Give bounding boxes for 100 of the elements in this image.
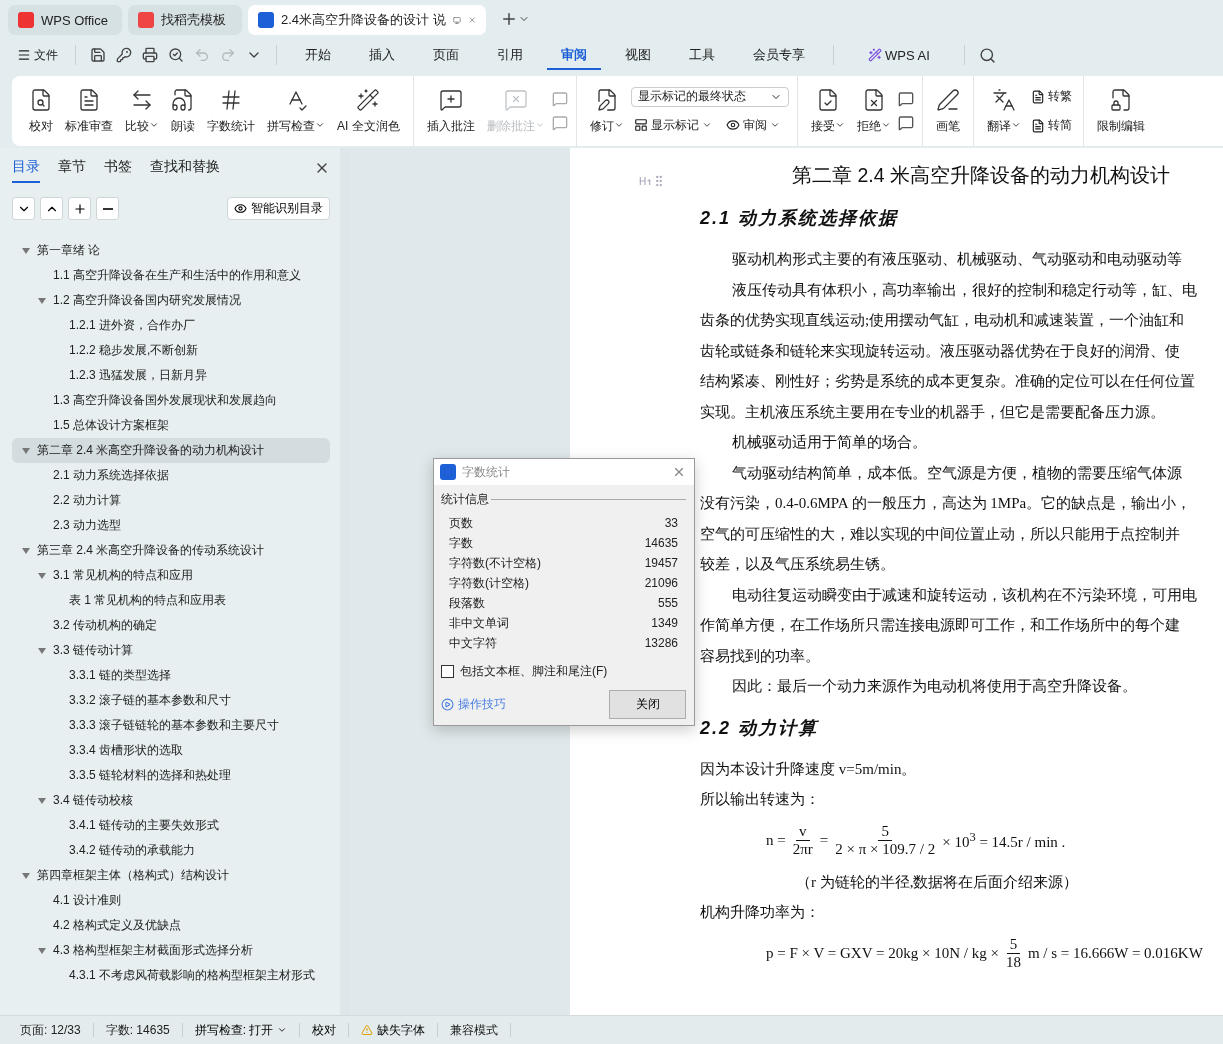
ribbon-button[interactable]: 限制编辑 — [1091, 83, 1150, 139]
print-icon[interactable] — [142, 47, 158, 63]
stat-value: 1349 — [651, 616, 678, 630]
key-icon[interactable] — [116, 47, 132, 63]
sidebar-tab[interactable]: 目录 — [12, 158, 40, 183]
ribbon-button[interactable]: AI 全文润色 — [332, 83, 405, 139]
sidebar-tab[interactable]: 查找和替换 — [150, 158, 220, 183]
search-icon[interactable] — [978, 46, 996, 64]
expand-button[interactable] — [40, 197, 63, 220]
add-button[interactable] — [68, 197, 91, 220]
previous-change-icon[interactable] — [897, 91, 914, 107]
toc-item[interactable]: 3.3.5 链轮材料的选择和热处理 — [12, 763, 330, 788]
toc-item[interactable]: 第四章框架主体（格构式）结构设计 — [12, 863, 330, 888]
toc-item[interactable]: 3.3.2 滚子链的基本参数和尺寸 — [12, 688, 330, 713]
next-change-icon[interactable] — [897, 115, 914, 131]
status-text: 兼容模式 — [438, 1023, 512, 1037]
print-preview-icon[interactable] — [168, 47, 184, 63]
toc-item[interactable]: 3.3.1 链的类型选择 — [12, 663, 330, 688]
ribbon-button[interactable]: 拼写检查 — [262, 83, 330, 139]
ribbon-tab[interactable]: 视图 — [611, 40, 665, 70]
window-tab[interactable]: WPS Office — [8, 5, 122, 35]
toc-item[interactable]: 3.4.2 链传动的承载能力 — [12, 838, 330, 863]
toc-item[interactable]: 1.2 高空升降设备国内研究发展情况 — [12, 288, 330, 313]
toc-item[interactable]: 2.3 动力选型 — [12, 513, 330, 538]
toc-item[interactable]: 第三章 2.4 米高空升降设备的传动系统设计 — [12, 538, 330, 563]
checkbox[interactable] — [441, 665, 454, 678]
spellcheck-dropdown[interactable]: 拼写检查: 打开 — [182, 1023, 301, 1037]
ribbon-button[interactable]: 比较 — [120, 83, 164, 139]
text-line: 容易找到的功率。 — [700, 646, 821, 666]
toc-item[interactable]: 4.3.1 不考虑风荷载影响的格构型框架主材形式 — [12, 963, 330, 988]
ribbon-button[interactable]: 画笔 — [930, 83, 965, 139]
ribbon-button[interactable]: 转繁 — [1027, 86, 1075, 107]
ribbon-tab[interactable]: 审阅 — [547, 40, 601, 70]
ribbon-button[interactable]: 显示标记 — [630, 114, 715, 136]
sidebar-tab[interactable]: 书签 — [104, 158, 132, 183]
ribbon-tab[interactable]: 工具 — [675, 40, 729, 70]
caret-icon — [769, 120, 780, 130]
tips-link[interactable]: 操作技巧 — [441, 696, 506, 713]
toc-item[interactable]: 4.3 格构型框架主材截面形式选择分析 — [12, 938, 330, 963]
ribbon-tab[interactable]: 会员专享 — [739, 40, 819, 70]
ribbon-tab[interactable]: 引用 — [483, 40, 537, 70]
ribbon-button[interactable]: 接受 — [805, 83, 850, 139]
window-tab[interactable]: 2.4米高空升降设备的设计 说 — [248, 5, 486, 35]
ribbon-button[interactable]: 标准审查 — [60, 83, 118, 139]
stat-label: 页数 — [449, 514, 473, 532]
caret-icon — [701, 120, 712, 130]
toc-item[interactable]: 3.4 链传动校核 — [12, 788, 330, 813]
toc-item[interactable]: 1.2.2 稳步发展,不断创新 — [12, 338, 330, 363]
toc-item[interactable]: 3.4.1 链传动的主要失效形式 — [12, 813, 330, 838]
text-line: 机构升降功率为： — [700, 902, 821, 922]
stat-label: 字符数(不计空格) — [449, 554, 541, 572]
ribbon-button[interactable]: 朗读 — [166, 83, 200, 139]
toc-item[interactable]: 1.2.1 进外资，合作办厂 — [12, 313, 330, 338]
status-button[interactable]: 校对 — [300, 1023, 350, 1037]
missing-font-button[interactable]: 缺失字体 — [349, 1023, 439, 1037]
ribbon-button[interactable]: 转简 — [1027, 115, 1075, 136]
toc-item[interactable]: 2.2 动力计算 — [12, 488, 330, 513]
play-icon — [441, 698, 454, 711]
smart-toc-button[interactable]: 智能识别目录 — [227, 197, 330, 220]
toc-item[interactable]: 3.1 常见机构的特点和应用 — [12, 563, 330, 588]
text-line: 作简单方便，在工作场所只需连接电源即可工作，和工作场所中的每个建 — [700, 616, 1181, 635]
new-tab-icon[interactable] — [500, 10, 518, 28]
text-line: 没有污染，0.4-0.6MPA 的一般压力，高达为 1MPa。它的缺点是，输出小， — [700, 494, 1193, 513]
ribbon-button[interactable]: 拒绝 — [851, 83, 896, 139]
ribbon-tab[interactable]: 插入 — [355, 40, 409, 70]
ribbon-button[interactable]: 审阅 — [722, 114, 783, 136]
toc-item[interactable]: 1.2.3 迅猛发展，日新月异 — [12, 363, 330, 388]
toc-item[interactable]: 表 1 常见机构的特点和应用表 — [12, 588, 330, 613]
toc-item[interactable]: 1.3 高空升降设备国外发展现状和发展趋向 — [12, 388, 330, 413]
toc-item[interactable]: 第一章绪 论 — [12, 238, 330, 263]
window-tab[interactable]: 找稻壳模板 — [128, 5, 242, 35]
sidebar-tab[interactable]: 章节 — [58, 158, 86, 183]
toc-item[interactable]: 3.2 传动机构的确定 — [12, 613, 330, 638]
file-menu[interactable]: 文件 — [14, 44, 61, 66]
collapse-button[interactable] — [12, 197, 35, 220]
toc-item[interactable]: 第二章 2.4 米高空升降设备的动力机构设计 — [12, 438, 330, 463]
ribbon-button[interactable]: 插入批注 — [421, 83, 480, 139]
save-icon[interactable] — [90, 47, 106, 63]
section-heading: 2.2 动力计算 — [700, 716, 820, 740]
toc-item[interactable]: 1.5 总体设计方案框架 — [12, 413, 330, 438]
ribbon-tab[interactable]: 页面 — [419, 40, 473, 70]
ribbon-button[interactable]: 翻译 — [981, 83, 1026, 139]
remove-button[interactable] — [96, 197, 119, 220]
toc-item[interactable]: 4.2 格构式定义及优缺点 — [12, 913, 330, 938]
close-icon[interactable] — [672, 465, 686, 479]
text-line: 较差，以及气压系统易生锈。 — [700, 555, 896, 574]
ribbon-button[interactable]: 字数统计 — [202, 83, 260, 139]
text-line: 因为本设计升降速度 v=5m/min。 — [700, 759, 918, 779]
toc-item[interactable]: 3.3.3 滚子链链轮的基本参数和主要尺寸 — [12, 713, 330, 738]
markup-select[interactable]: 显示标记的最终状态 — [630, 86, 789, 107]
ribbon-button[interactable]: 修订 — [584, 83, 629, 139]
ribbon-tab[interactable]: 开始 — [291, 40, 345, 70]
close-button[interactable]: 关闭 — [609, 690, 686, 719]
toc-item[interactable]: 2.1 动力系统选择依据 — [12, 463, 330, 488]
ribbon-button[interactable]: 校对 — [24, 83, 58, 139]
toc-item[interactable]: 3.3.4 齿槽形状的选取 — [12, 738, 330, 763]
toc-item[interactable]: 1.1 高空升降设备在生产和生活中的作用和意义 — [12, 263, 330, 288]
toc-item[interactable]: 4.1 设计准则 — [12, 888, 330, 913]
toc-item[interactable]: 3.3 链传动计算 — [12, 638, 330, 663]
ai-button[interactable]: WPS AI — [848, 47, 950, 63]
